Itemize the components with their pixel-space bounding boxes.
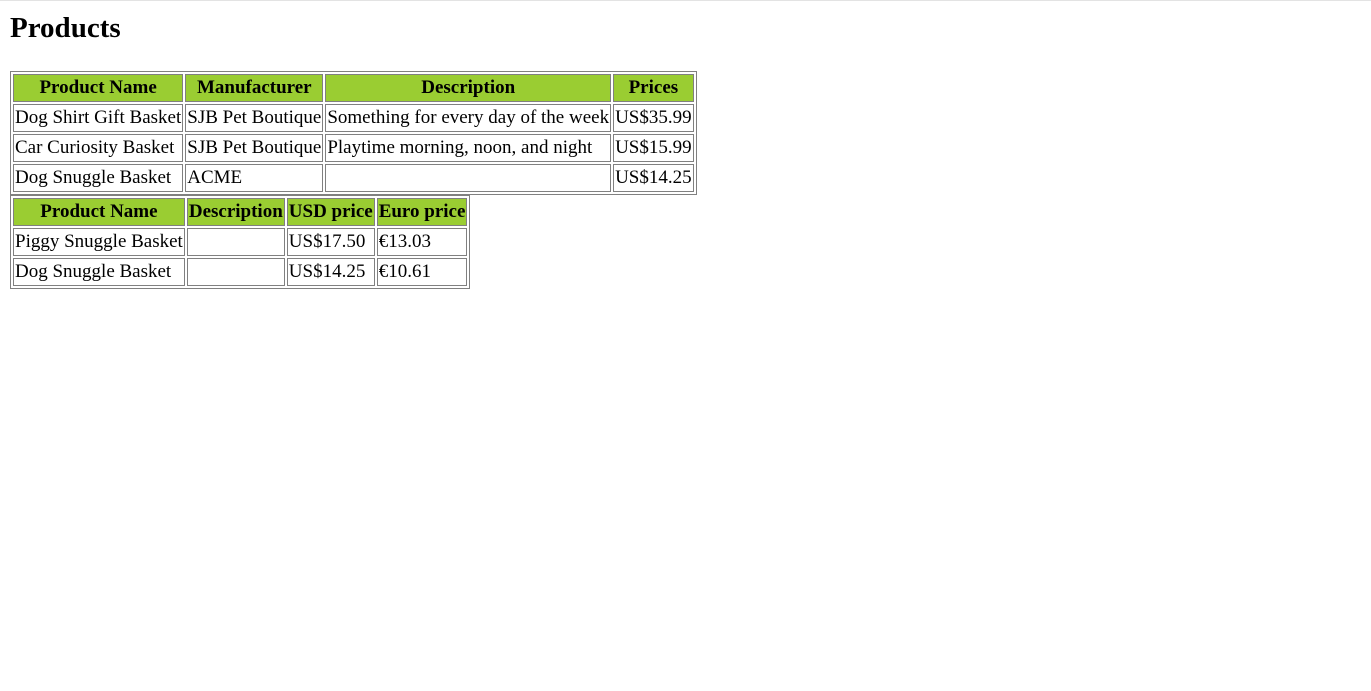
cell-euro-price: €13.03 xyxy=(376,228,468,256)
cell-manufacturer: SJB Pet Boutique xyxy=(185,134,324,162)
column-header-description: Description xyxy=(325,74,612,102)
column-header-prices: Prices xyxy=(613,74,694,102)
cell-usd-price: US$14.25 xyxy=(286,258,375,286)
cell-product-name: Piggy Snuggle Basket xyxy=(13,228,185,256)
column-header-manufacturer: Manufacturer xyxy=(185,74,324,102)
column-header-usd-price: USD price xyxy=(286,198,375,226)
cell-manufacturer: SJB Pet Boutique xyxy=(185,104,324,132)
column-header-product-name: Product Name xyxy=(13,74,184,102)
cell-price: US$14.25 xyxy=(613,164,694,192)
cell-product-name: Dog Snuggle Basket xyxy=(13,258,185,286)
cell-euro-price: €10.61 xyxy=(376,258,468,286)
page-content: Products Product Name Manufacturer Descr… xyxy=(10,12,697,289)
cell-usd-price: US$17.50 xyxy=(286,228,375,256)
page-title: Products xyxy=(10,12,121,44)
column-header-euro-price: Euro price xyxy=(376,198,468,226)
table-row: Dog Snuggle Basket US$14.25 €10.61 xyxy=(13,258,468,286)
table-row: Piggy Snuggle Basket US$17.50 €13.03 xyxy=(13,228,468,256)
cell-description: Something for every day of the week xyxy=(325,104,612,132)
currency-prices-table: Product Name Description USD price Euro … xyxy=(10,195,471,289)
cell-description xyxy=(186,258,285,286)
table-header-row: Product Name Description USD price Euro … xyxy=(13,198,468,226)
cell-description: Playtime morning, noon, and night xyxy=(325,134,612,162)
column-header-description: Description xyxy=(186,198,285,226)
cell-product-name: Dog Snuggle Basket xyxy=(13,164,184,192)
table-row: Car Curiosity Basket SJB Pet Boutique Pl… xyxy=(13,134,694,162)
cell-description xyxy=(186,228,285,256)
cell-price: US$15.99 xyxy=(613,134,694,162)
table-row: Dog Snuggle Basket ACME US$14.25 xyxy=(13,164,694,192)
column-header-product-name: Product Name xyxy=(13,198,185,226)
cell-manufacturer: ACME xyxy=(185,164,324,192)
top-divider xyxy=(0,0,1371,1)
table-header-row: Product Name Manufacturer Description Pr… xyxy=(13,74,694,102)
cell-description xyxy=(325,164,612,192)
table-row: Dog Shirt Gift Basket SJB Pet Boutique S… xyxy=(13,104,694,132)
products-table: Product Name Manufacturer Description Pr… xyxy=(10,71,697,195)
cell-product-name: Dog Shirt Gift Basket xyxy=(13,104,184,132)
cell-price: US$35.99 xyxy=(613,104,694,132)
cell-product-name: Car Curiosity Basket xyxy=(13,134,184,162)
